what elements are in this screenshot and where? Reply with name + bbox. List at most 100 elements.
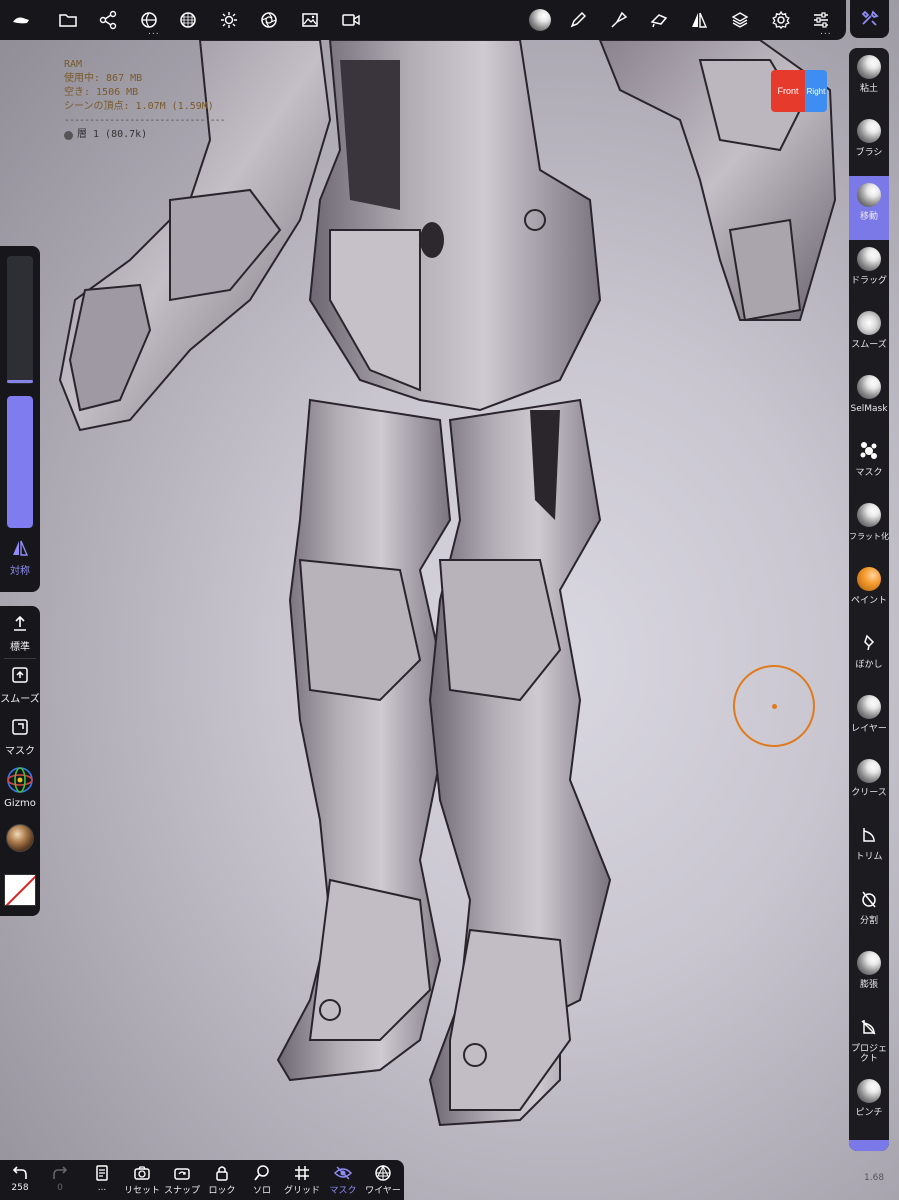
smooth-icon <box>856 310 882 336</box>
crease-icon <box>856 758 882 784</box>
undo-button[interactable]: 258 <box>0 1162 40 1193</box>
tool-crease[interactable]: クリース <box>849 752 889 816</box>
stroke-mode-label: スムーズ <box>0 694 40 705</box>
view-cube[interactable]: Front Right <box>771 70 827 112</box>
scene-info: RAM 使用中: 867 MB 空き: 1506 MB シーンの頂点: 1.07… <box>64 58 226 142</box>
bottom-item-label: ソロ <box>252 1186 271 1196</box>
pen-icon[interactable] <box>563 5 593 35</box>
undo-icon <box>12 1166 27 1179</box>
tool-label: クリース <box>851 788 887 798</box>
bottom-item-label: ワイヤー <box>365 1186 401 1196</box>
video-icon[interactable] <box>336 5 366 35</box>
radius-slider[interactable] <box>7 256 33 384</box>
wireframe-button[interactable]: ワイヤー <box>363 1162 403 1196</box>
painting-icon[interactable] <box>644 5 674 35</box>
tool-label: ペイント <box>850 596 887 606</box>
tool-label: ブラシ <box>855 148 883 158</box>
more-indicator-2: ... <box>820 27 832 37</box>
color-swatch[interactable] <box>4 874 36 906</box>
matcap-icon[interactable] <box>525 5 555 35</box>
gizmo-button[interactable]: Gizmo <box>0 766 40 809</box>
cube-right-face[interactable]: Right <box>805 70 827 112</box>
lock-button[interactable]: ロック <box>202 1162 242 1196</box>
tool-label: スムーズ <box>851 340 887 350</box>
paint-icon <box>856 566 882 592</box>
tool-selmask[interactable]: SelMask <box>849 368 889 432</box>
symmetry-label: 対称 <box>10 566 30 577</box>
sculpt-model <box>58 39 837 1127</box>
folder-icon[interactable] <box>53 5 83 35</box>
divider <box>4 658 36 659</box>
selmask-icon <box>856 374 882 400</box>
tool-paint[interactable]: ペイント <box>849 560 889 624</box>
bottom-item-label: スナップ <box>163 1186 200 1196</box>
gizmo-icon <box>7 767 33 793</box>
tool-brush[interactable]: ブラシ <box>849 112 889 176</box>
tool-label: マスク <box>855 468 883 478</box>
tool-smooth[interactable]: スムーズ <box>849 304 889 368</box>
tool-mask[interactable]: マスク <box>849 432 889 496</box>
scene-icon[interactable] <box>93 5 123 35</box>
symmetry-icon <box>13 540 29 556</box>
brush-cursor <box>733 665 815 747</box>
tool-label: 粘土 <box>859 84 878 94</box>
tool-blur[interactable]: ぼかし <box>849 624 889 688</box>
tool-inflate[interactable]: 膨張 <box>849 944 889 1008</box>
symmetry-icon[interactable] <box>684 5 714 35</box>
tool-trim[interactable]: トリム <box>849 816 889 880</box>
layer-info: 層 1 (80.7k) <box>64 128 225 142</box>
stroke-smooth-button[interactable]: スムーズ <box>0 666 40 705</box>
redo-button[interactable]: 0 <box>40 1162 80 1193</box>
layer-info-text: 層 1 (80.7k) <box>77 129 148 140</box>
notes-icon <box>96 1165 108 1181</box>
tool-project[interactable]: プロジェクト <box>849 1008 889 1072</box>
grid-button[interactable]: グリッド <box>282 1162 322 1196</box>
stroke-mode-label: Gizmo <box>4 798 36 809</box>
reset-camera-button[interactable]: リセット <box>122 1162 162 1196</box>
stroke-standard-button[interactable]: 標準 <box>0 614 40 653</box>
mask-icon <box>856 438 882 464</box>
layer-icon <box>64 130 73 140</box>
tool-label: レイヤー <box>851 724 887 734</box>
image-icon[interactable] <box>295 5 325 35</box>
stroke-icon[interactable] <box>604 5 634 35</box>
cube-front-face[interactable]: Front <box>771 70 805 112</box>
grid-icon[interactable] <box>173 5 203 35</box>
solo-button[interactable]: ソロ <box>242 1162 282 1196</box>
tool-flatten[interactable]: フラット化 <box>849 496 889 560</box>
symmetry-button[interactable]: 対称 <box>0 540 40 577</box>
menu-icon[interactable] <box>6 5 36 35</box>
camera-icon[interactable] <box>254 5 284 35</box>
tool-move[interactable]: 移動 <box>849 176 889 240</box>
layers-icon[interactable] <box>725 5 755 35</box>
pinch-icon <box>856 1078 882 1104</box>
more-indicator: ... <box>148 27 160 37</box>
notes-button[interactable]: ... <box>82 1162 122 1193</box>
smooth-box-icon <box>12 667 28 683</box>
tool-split[interactable]: 分割 <box>849 880 889 944</box>
radius-slider-knob[interactable] <box>7 380 33 383</box>
inflate-icon <box>856 950 882 976</box>
stroke-mask-button[interactable]: マスク <box>0 718 40 757</box>
mask-toggle-button[interactable]: マスク <box>323 1162 363 1196</box>
tool-layer[interactable]: レイヤー <box>849 688 889 752</box>
snap-button[interactable]: スナップ <box>162 1162 202 1196</box>
solo-icon <box>254 1165 269 1181</box>
snap-icon <box>174 1168 190 1180</box>
settings-icon[interactable] <box>766 5 796 35</box>
tool-drag[interactable]: ドラッグ <box>849 240 889 304</box>
tool-label: 分割 <box>859 916 878 926</box>
vertex-count: シーンの頂点: 1.07M (1.59M) <box>64 101 214 112</box>
intensity-slider-fill <box>7 396 33 528</box>
layer-icon <box>856 694 882 720</box>
trim-icon <box>856 822 882 848</box>
light-icon[interactable] <box>214 5 244 35</box>
material-preview[interactable] <box>6 824 34 852</box>
intensity-slider[interactable] <box>7 396 33 528</box>
viewport-3d[interactable] <box>0 0 899 1200</box>
tool-pinch[interactable]: ピンチ <box>849 1072 889 1136</box>
zoom-level: 1.68 <box>864 1173 885 1183</box>
tools-icon[interactable] <box>850 0 889 38</box>
tool-clay[interactable]: 粘土 <box>849 48 889 112</box>
redo-count: 0 <box>57 1183 63 1193</box>
